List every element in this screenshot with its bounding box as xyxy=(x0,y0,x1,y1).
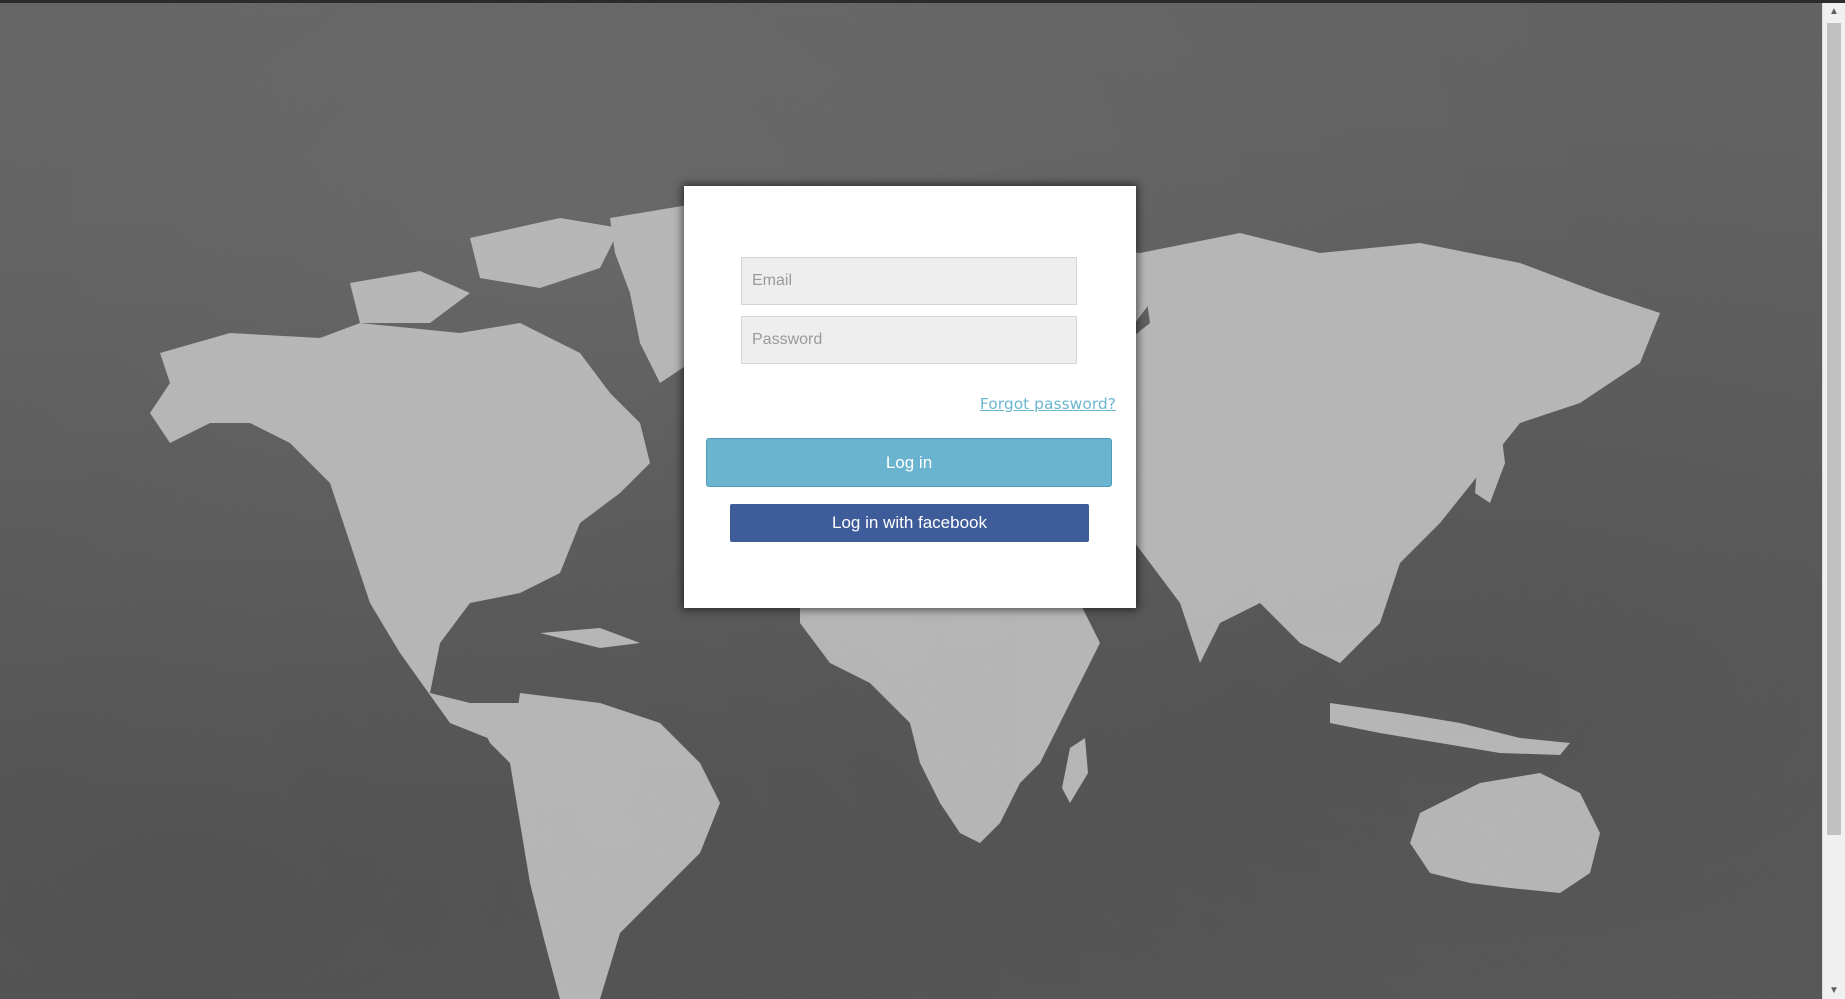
facebook-login-button[interactable]: Log in with facebook xyxy=(730,504,1089,542)
scrollbar-thumb[interactable] xyxy=(1827,23,1841,835)
arrow-down-icon[interactable]: ▼ xyxy=(1823,982,1845,999)
login-button[interactable]: Log in xyxy=(706,438,1112,487)
email-field[interactable] xyxy=(741,257,1077,305)
login-card: Forgot password? Log in Log in with face… xyxy=(684,186,1136,608)
forgot-password-link[interactable]: Forgot password? xyxy=(980,395,1116,413)
password-field[interactable] xyxy=(741,316,1077,364)
arrow-up-icon[interactable]: ▲ xyxy=(1823,3,1845,20)
vertical-scrollbar[interactable]: ▲ ▼ xyxy=(1822,3,1845,999)
